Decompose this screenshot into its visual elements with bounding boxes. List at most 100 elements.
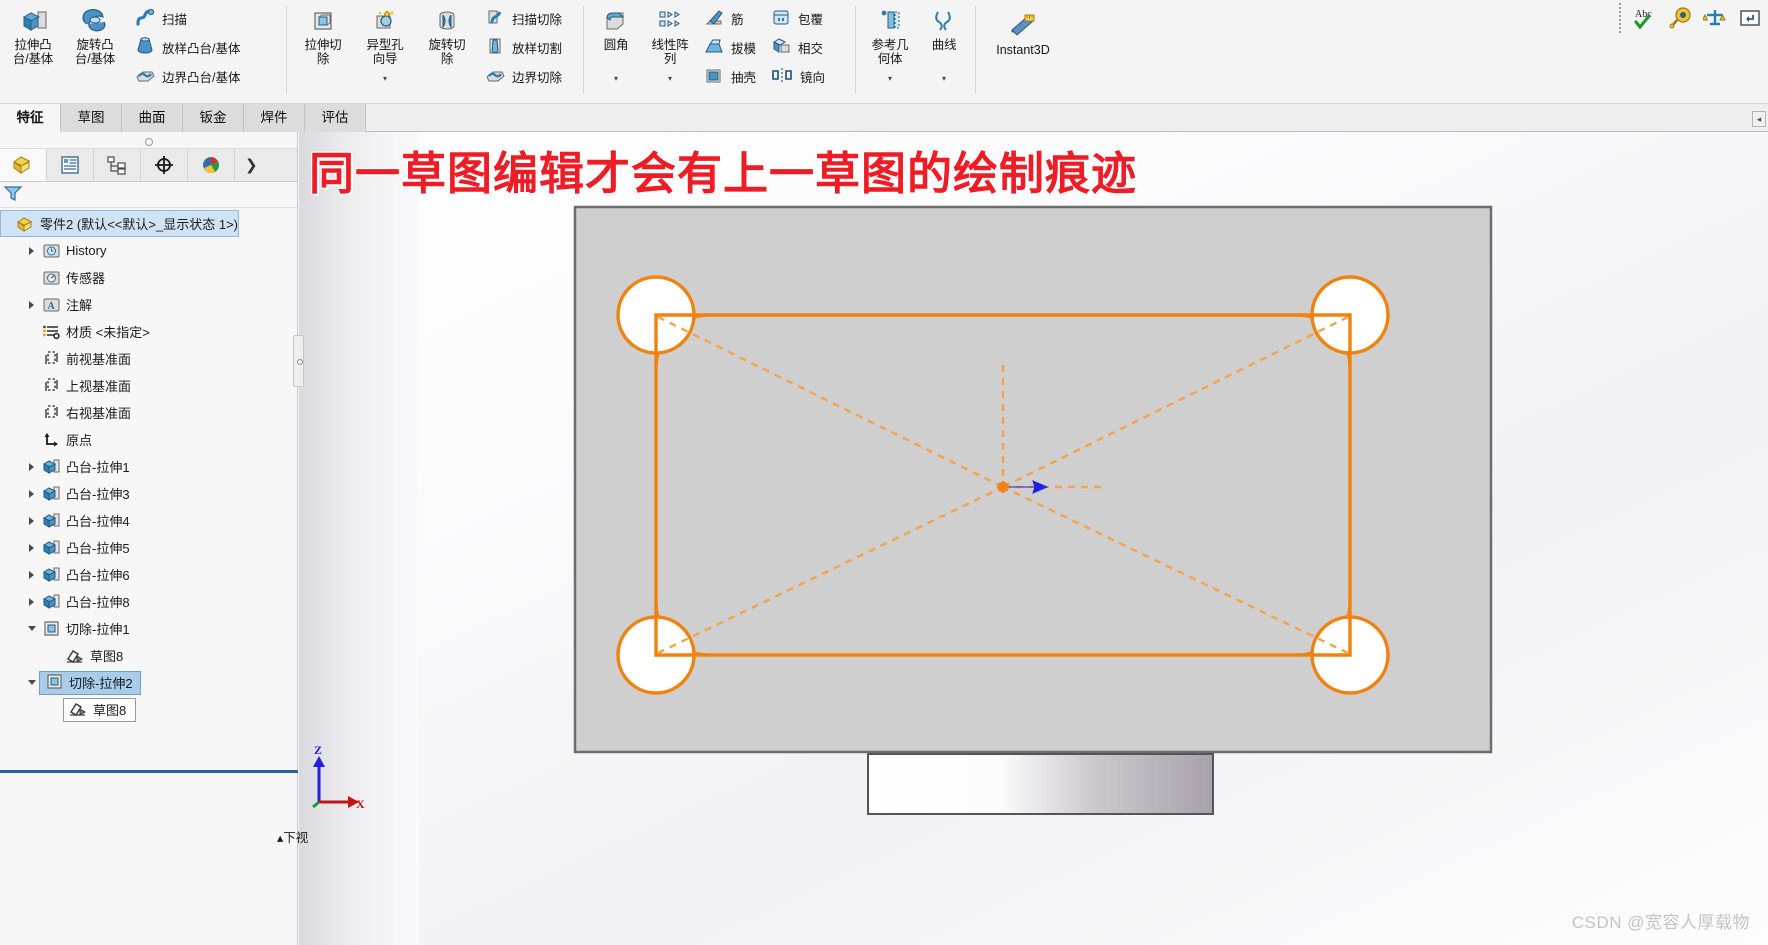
tree-item-label: 凸台-拉伸3 bbox=[66, 487, 130, 502]
instant3d-icon bbox=[1006, 10, 1040, 39]
intersect-button[interactable]: 相交 bbox=[766, 34, 829, 60]
sketch-icon bbox=[66, 700, 90, 718]
tree-item[interactable]: 草图8 bbox=[0, 642, 297, 669]
loft-boss-button[interactable]: 放样凸台/基体 bbox=[130, 34, 244, 60]
ribbon-tab-bar: 特征 草图 曲面 钣金 焊件 评估 bbox=[0, 104, 1768, 132]
draft-label: 拔模 bbox=[731, 41, 757, 56]
tree-filter-row bbox=[0, 182, 297, 208]
tree-item[interactable]: 原点 bbox=[0, 426, 297, 453]
fillet-button[interactable]: 圆角 ▾ bbox=[589, 0, 643, 83]
draft-icon bbox=[703, 36, 725, 59]
tab-surfaces[interactable]: 曲面 bbox=[122, 104, 183, 132]
boss-extrude-icon bbox=[39, 458, 63, 476]
spell-checker-icon[interactable]: Abc bbox=[1633, 6, 1657, 33]
reference-geometry-button[interactable]: 参考几 何体 ▾ bbox=[861, 0, 919, 83]
tree-item[interactable]: 切除-拉伸2 bbox=[0, 669, 297, 696]
tree-item[interactable]: 凸台-拉伸4 bbox=[0, 507, 297, 534]
tree-item[interactable]: 上视基准面 bbox=[0, 372, 297, 399]
tree-item[interactable]: 凸台-拉伸3 bbox=[0, 480, 297, 507]
tree-item[interactable]: 切除-拉伸1 bbox=[0, 615, 297, 642]
section-properties-icon[interactable] bbox=[1738, 6, 1762, 33]
measure-icon[interactable] bbox=[1668, 6, 1692, 33]
tree-item[interactable]: 材质 <未指定> bbox=[0, 318, 297, 345]
hole-wizard-caret-icon[interactable]: ▾ bbox=[383, 74, 387, 83]
collapse-ribbon-button[interactable]: ◂ bbox=[1752, 111, 1766, 127]
tree-item[interactable]: A 注解 bbox=[0, 291, 297, 318]
tree-expand-arrow-icon[interactable] bbox=[24, 680, 39, 685]
boundary-boss-icon bbox=[134, 65, 156, 88]
tree-expand-arrow-icon[interactable] bbox=[24, 626, 39, 631]
panel-resize-handle[interactable] bbox=[293, 335, 304, 387]
tab-sketch[interactable]: 草图 bbox=[61, 104, 122, 132]
tree-item-editing: 草图8 bbox=[63, 697, 137, 722]
tree-item[interactable]: 传感器 bbox=[0, 264, 297, 291]
linear-pattern-label: 线性阵列 bbox=[651, 38, 689, 66]
tree-item[interactable]: 草图8 bbox=[0, 696, 297, 723]
tab-weldments[interactable]: 焊件 bbox=[244, 104, 305, 132]
tree-expand-arrow-icon[interactable] bbox=[24, 543, 39, 552]
tree-item[interactable]: 凸台-拉伸8 bbox=[0, 588, 297, 615]
ribbon-group-instant3d: Instant3D bbox=[981, 0, 1065, 104]
sweep-button[interactable]: 扫描 bbox=[130, 5, 244, 31]
revolve-cut-button[interactable]: 旋转切除 bbox=[416, 0, 478, 66]
tree-item[interactable]: History bbox=[0, 237, 297, 264]
boss-small-column: 扫描 放样凸台/基体 边界凸台/基体 bbox=[130, 0, 244, 89]
linear-pattern-caret-icon[interactable]: ▾ bbox=[668, 74, 672, 83]
tree-item[interactable]: 前视基准面 bbox=[0, 345, 297, 372]
tree-root-item[interactable]: 零件2 (默认<<默认>_显示状态 1>) bbox=[0, 210, 239, 237]
tree-item[interactable]: 凸台-拉伸6 bbox=[0, 561, 297, 588]
boundary-boss-button[interactable]: 边界凸台/基体 bbox=[130, 63, 244, 89]
tree-expand-arrow-icon[interactable] bbox=[24, 462, 39, 471]
property-manager-icon[interactable] bbox=[47, 149, 94, 181]
ribbon-separator-2 bbox=[583, 6, 584, 94]
tab-evaluate[interactable]: 评估 bbox=[305, 104, 366, 132]
fillet-caret-icon[interactable]: ▾ bbox=[614, 74, 618, 83]
tree-item[interactable]: 凸台-拉伸5 bbox=[0, 534, 297, 561]
mass-properties-icon[interactable] bbox=[1701, 6, 1727, 33]
feature-manager-expand-chevron-icon[interactable]: ❯ bbox=[245, 156, 258, 174]
tab-features[interactable]: 特征 bbox=[0, 104, 61, 132]
material-icon bbox=[39, 323, 63, 341]
model-view[interactable] bbox=[573, 205, 1533, 845]
reference-geometry-caret-icon[interactable]: ▾ bbox=[888, 74, 892, 83]
tree-item[interactable]: 右视基准面 bbox=[0, 399, 297, 426]
dimxpert-manager-icon[interactable] bbox=[141, 149, 188, 181]
tab-sheetmetal[interactable]: 钣金 bbox=[183, 104, 244, 132]
tree-expand-arrow-icon[interactable] bbox=[24, 246, 39, 255]
curves-button[interactable]: 曲线 ▾ bbox=[919, 0, 969, 83]
tree-expand-arrow-icon[interactable] bbox=[24, 570, 39, 579]
linear-pattern-button[interactable]: 线性阵列 ▾ bbox=[643, 0, 697, 83]
wrap-button[interactable]: 包覆 bbox=[766, 5, 829, 31]
intersect-icon bbox=[770, 36, 792, 59]
hole-wizard-button[interactable]: 异型孔 向导 ▾ bbox=[354, 0, 416, 83]
shell-button[interactable]: 抽壳 bbox=[699, 63, 760, 89]
hole-wizard-label: 异型孔 向导 bbox=[366, 38, 404, 66]
tree-expand-arrow-icon[interactable] bbox=[24, 597, 39, 606]
tree-expand-arrow-icon[interactable] bbox=[24, 489, 39, 498]
rib-button[interactable]: 筋 bbox=[699, 5, 760, 31]
tree-item-content: 草图8 bbox=[63, 646, 123, 665]
display-manager-icon[interactable] bbox=[188, 149, 235, 181]
panel-splitter[interactable] bbox=[0, 132, 297, 149]
extrude-boss-button[interactable]: 拉伸凸 台/基体 bbox=[2, 0, 64, 66]
curves-caret-icon[interactable]: ▾ bbox=[942, 74, 946, 83]
extrude-cut-button[interactable]: 拉伸切除 bbox=[292, 0, 354, 66]
revolve-boss-button[interactable]: 旋转凸 台/基体 bbox=[64, 0, 126, 66]
tree-item[interactable]: 凸台-拉伸1 bbox=[0, 453, 297, 480]
tree-expand-arrow-icon[interactable] bbox=[24, 516, 39, 525]
boundary-cut-button[interactable]: 边界切除 bbox=[480, 63, 566, 89]
feature-tree-icon[interactable] bbox=[0, 149, 47, 181]
configuration-manager-icon[interactable] bbox=[94, 149, 141, 181]
tree-expand-arrow-icon[interactable] bbox=[24, 300, 39, 309]
graphics-area[interactable]: ◂ 同一草图编辑才会有上一草图的绘制痕迹 Z X ▴下视 CSDN @宽容人厚载… bbox=[277, 111, 1768, 945]
instant3d-button[interactable]: Instant3D bbox=[981, 0, 1065, 57]
tree-item-label: 凸台-拉伸4 bbox=[66, 514, 130, 529]
tree-item-label: 右视基准面 bbox=[66, 406, 132, 421]
draft-button[interactable]: 拔模 bbox=[699, 34, 760, 60]
tree-item-content: A 注解 bbox=[39, 295, 92, 314]
mirror-button[interactable]: 镜向 bbox=[766, 63, 829, 89]
swept-cut-button[interactable]: 扫描切除 bbox=[480, 5, 566, 31]
tree-item-label: 传感器 bbox=[66, 271, 106, 286]
lofted-cut-button[interactable]: 放样切割 bbox=[480, 34, 566, 60]
filter-funnel-icon[interactable] bbox=[2, 183, 24, 206]
